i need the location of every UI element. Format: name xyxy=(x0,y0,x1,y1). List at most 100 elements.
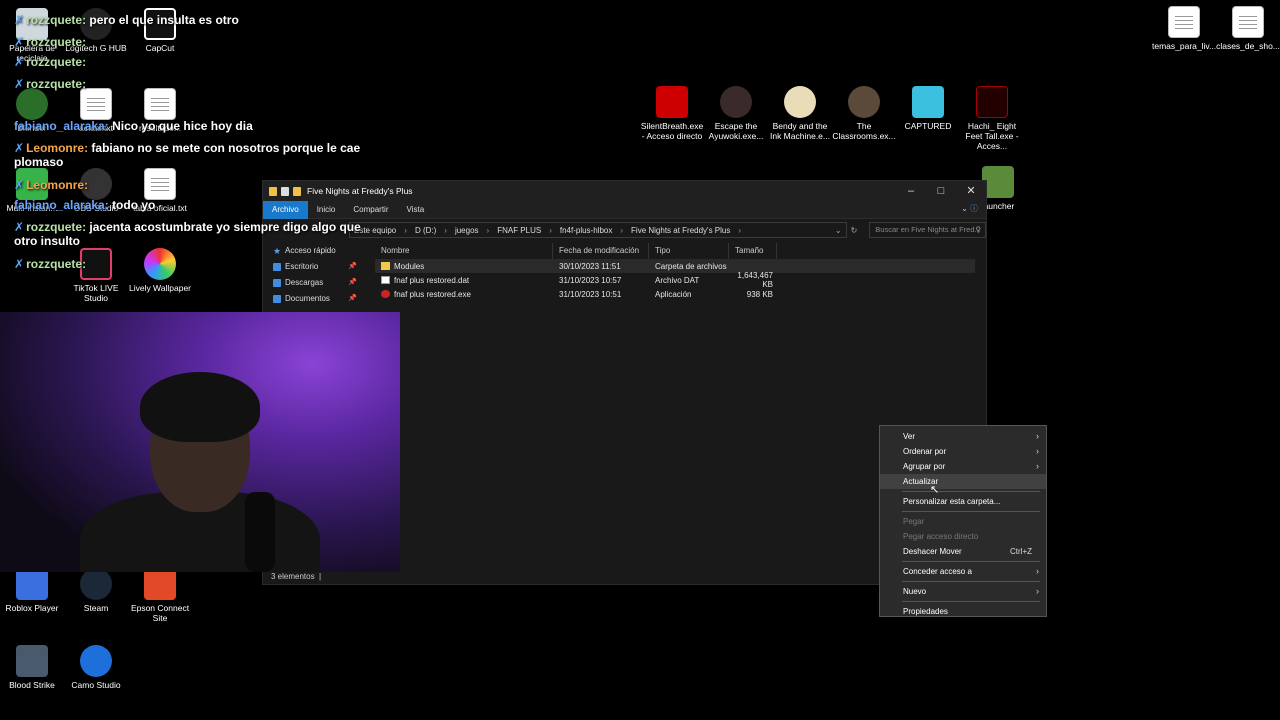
breadcrumb-juegos[interactable]: juegos xyxy=(455,226,479,235)
tab-archivo[interactable]: Archivo xyxy=(263,200,308,219)
streamer-hair xyxy=(140,372,260,442)
steam-icon xyxy=(80,568,112,600)
nav-item-escritorio[interactable]: Escritorio 📌 xyxy=(263,259,363,275)
nav-item-documentos[interactable]: Documentos 📌 xyxy=(263,291,363,307)
desktop-icon-silentbreath[interactable]: SilentBreath.exe - Acceso directo xyxy=(640,86,704,141)
close-button[interactable]: ✕ xyxy=(956,181,986,201)
pin-icon: 📌 xyxy=(348,263,357,270)
desktop-icon-captured[interactable]: CAPTURED xyxy=(896,86,960,131)
chevron-right-icon: › xyxy=(1036,431,1039,441)
folder-icon xyxy=(381,262,390,270)
menu-item-nuevo[interactable]: Nuevo › xyxy=(880,584,1046,599)
chevron-right-icon: › xyxy=(1036,586,1039,596)
menu-separator xyxy=(902,581,1040,582)
chat-message: ✗ rozzquete: jacenta acostumbrate yo siem… xyxy=(14,220,361,248)
desktop-icon-roblox[interactable]: Roblox Player xyxy=(0,568,64,613)
badge-icon: ✗ xyxy=(14,13,25,27)
lively-wallpaper-icon xyxy=(144,248,176,280)
epson-connect-icon xyxy=(144,568,176,600)
ribbon-tabs: Archivo Inicio Compartir Vista ⌄ ⓘ xyxy=(263,200,986,219)
desktop-icon-bendy[interactable]: Bendy and the Ink Machine.e... xyxy=(768,86,832,141)
menu-item-ver[interactable]: Ver › xyxy=(880,429,1046,444)
title-bar[interactable]: Five Nights at Freddy's Plus – □ ✕ xyxy=(263,181,986,201)
table-row[interactable]: fnaf plus restored.exe 31/10/2023 10:51 … xyxy=(375,287,975,301)
roblox-icon xyxy=(16,568,48,600)
search-input[interactable]: Buscar en Five Nights at Fred... ⚲ xyxy=(869,222,986,238)
menu-separator xyxy=(902,491,1040,492)
help-icon[interactable]: ⓘ xyxy=(970,204,978,213)
desktop-icon-epson[interactable]: Epson Connect Site xyxy=(128,568,192,623)
menu-separator xyxy=(902,561,1040,562)
chat-message: ✗ rozzquete: xyxy=(14,77,87,91)
column-nombre[interactable]: Nombre xyxy=(375,243,553,259)
breadcrumb[interactable]: Este equipo › D (D:) › juegos › FNAF PLUS › … xyxy=(349,222,847,238)
tab-vista[interactable]: Vista xyxy=(398,201,434,219)
badge-icon: ✗ xyxy=(14,178,25,192)
window-title: Five Nights at Freddy's Plus xyxy=(307,186,413,196)
minimize-button[interactable]: – xyxy=(896,181,926,201)
desktop-icon-temas[interactable]: temas_para_liv... xyxy=(1152,6,1216,51)
text-file-icon xyxy=(80,88,112,120)
column-tipo[interactable]: Tipo xyxy=(649,243,729,259)
badge-icon: ✗ xyxy=(14,77,25,91)
text-file-icon xyxy=(1168,6,1200,38)
search-placeholder: Buscar en Five Nights at Fred... xyxy=(875,225,981,234)
desktop-icon-ayuwoki[interactable]: Escape the Ayuwoki.exe... xyxy=(704,86,768,141)
desktop-icon-steam[interactable]: Steam xyxy=(64,568,128,613)
folder-icon xyxy=(269,186,277,196)
column-tamano[interactable]: Tamaño xyxy=(729,243,777,259)
menu-item-conceder-acceso[interactable]: Conceder acceso a › xyxy=(880,564,1046,579)
microphone xyxy=(245,492,275,572)
menu-separator xyxy=(902,601,1040,602)
quick-access-toolbar[interactable] xyxy=(269,186,301,196)
breadcrumb-fn4f-plus-hlbox[interactable]: fn4f-plus-hlbox xyxy=(560,226,612,235)
desktop-icon-hachi[interactable]: Hachi_ Eight Feet Tall.exe - Acces... xyxy=(960,86,1024,151)
menu-item-ordenar-por[interactable]: Ordenar por › xyxy=(880,444,1046,459)
chat-message: fabiano_alaraka: Nico yo que hice hoy di… xyxy=(14,119,253,133)
breadcrumb-fnaf-plus[interactable]: FNAF PLUS xyxy=(497,226,541,235)
desktop-icon-lively[interactable]: Lively Wallpaper xyxy=(128,248,192,293)
chat-message: ✗ Leomonre: xyxy=(14,178,89,192)
blender-icon xyxy=(16,88,48,120)
context-menu: Ver › Ordenar por › Agrupar por › Actualiza… xyxy=(879,425,1047,617)
chevron-right-icon: › xyxy=(1036,461,1039,471)
badge-icon: ✗ xyxy=(14,257,25,271)
tab-inicio[interactable]: Inicio xyxy=(308,201,345,219)
menu-item-actualizar[interactable]: Actualizar xyxy=(880,474,1046,489)
classrooms-icon xyxy=(848,86,880,118)
maximize-button[interactable]: □ xyxy=(926,181,956,201)
text-file-icon xyxy=(144,168,176,200)
properties-icon[interactable] xyxy=(281,186,289,196)
chat-message: ✗ rozzquete: pero el que insulta es otro xyxy=(14,13,239,27)
badge-icon: ✗ xyxy=(14,55,25,69)
breadcrumb-current-folder[interactable]: Five Nights at Freddy's Plus xyxy=(631,226,730,235)
table-row[interactable]: Modules 30/10/2023 11:51 Carpeta de arch… xyxy=(375,259,975,273)
search-icon: ⚲ xyxy=(975,225,982,234)
menu-item-agrupar-por[interactable]: Agrupar por › xyxy=(880,459,1046,474)
chevron-down-icon[interactable]: ⌄ xyxy=(835,226,842,235)
column-fecha[interactable]: Fecha de modificación xyxy=(553,243,649,259)
captured-icon xyxy=(912,86,944,118)
menu-item-propiedades[interactable]: Propiedades xyxy=(880,604,1046,619)
breadcrumb-d-drive[interactable]: D (D:) xyxy=(415,226,436,235)
chevron-right-icon: › xyxy=(1036,446,1039,456)
tab-compartir[interactable]: Compartir xyxy=(344,201,397,219)
chevron-right-icon: › xyxy=(1036,566,1039,576)
nav-item-descargas[interactable]: Descargas 📌 xyxy=(263,275,363,291)
camo-studio-icon xyxy=(80,645,112,677)
silentbreath-icon xyxy=(656,86,688,118)
new-folder-icon[interactable] xyxy=(293,186,301,196)
menu-item-deshacer-mover[interactable]: Deshacer Mover Ctrl+Z xyxy=(880,544,1046,559)
table-row[interactable]: fnaf plus restored.dat 31/10/2023 10:57 … xyxy=(375,271,975,289)
menu-item-personalizar[interactable]: Personalizar esta carpeta... xyxy=(880,494,1046,509)
desktop-icon-blood-strike[interactable]: Blood Strike xyxy=(0,645,64,690)
refresh-icon[interactable]: ↻ xyxy=(851,226,858,235)
desktop-icon-classrooms[interactable]: The Classrooms.ex... xyxy=(832,86,896,141)
exe-file-icon xyxy=(381,290,390,298)
expand-ribbon-icon[interactable]: ⌄ xyxy=(961,204,968,213)
desktop-icon-clases[interactable]: clases_de_sho... xyxy=(1216,6,1280,51)
pin-icon: 📌 xyxy=(348,295,357,302)
desktop-icon-camo-studio[interactable]: Camo Studio xyxy=(64,645,128,690)
chat-message: ✗ Leomonre: fabiano no se mete con nosotr… xyxy=(14,141,361,169)
hachi-icon xyxy=(976,86,1008,118)
